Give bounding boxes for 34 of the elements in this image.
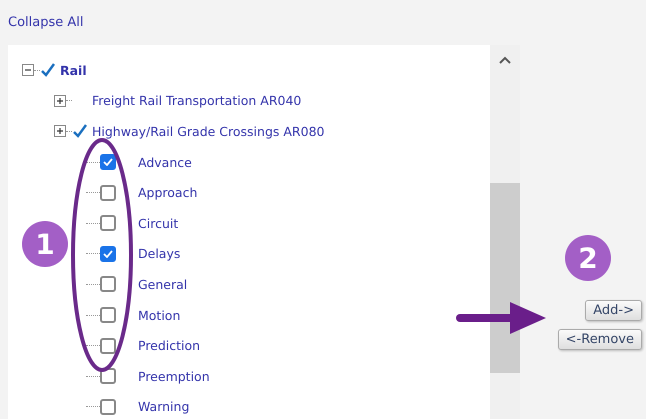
check-icon — [72, 124, 88, 138]
add-button[interactable]: Add-> — [585, 300, 642, 321]
checkbox[interactable] — [100, 338, 116, 354]
tree-item[interactable]: Approach — [138, 185, 198, 200]
tree-item[interactable]: Rail — [60, 62, 87, 78]
checkbox[interactable] — [100, 154, 116, 170]
checkbox[interactable] — [100, 398, 116, 415]
check-icon — [40, 63, 56, 78]
tree-item[interactable]: Advance — [138, 154, 192, 170]
check-icon — [103, 158, 113, 166]
tree-item[interactable]: Prediction — [138, 338, 200, 354]
tree-item[interactable]: Motion — [138, 308, 180, 323]
checkbox[interactable] — [100, 215, 116, 232]
scrollbar-thumb[interactable] — [490, 183, 520, 373]
collapse-all-link[interactable]: Collapse All — [8, 15, 84, 30]
tree-item[interactable]: Highway/Rail Grade Crossings AR080 — [92, 124, 324, 139]
check-icon — [103, 250, 113, 258]
tree-item[interactable]: Circuit — [138, 216, 178, 231]
arrow-icon — [456, 300, 548, 336]
tree-item[interactable]: Warning — [138, 399, 190, 414]
collapse-icon[interactable] — [22, 64, 34, 76]
scroll-up-icon[interactable] — [499, 55, 511, 65]
step-badge: 2 — [565, 235, 611, 281]
checkbox[interactable] — [100, 184, 116, 201]
expand-icon[interactable] — [54, 125, 66, 138]
checkbox[interactable] — [100, 276, 116, 292]
checkbox[interactable] — [100, 307, 116, 324]
remove-button[interactable]: <-Remove — [558, 329, 642, 350]
tree-item[interactable]: Delays — [138, 246, 180, 262]
tree-item[interactable]: Freight Rail Transportation AR040 — [92, 93, 302, 108]
checkbox[interactable] — [100, 246, 116, 262]
tree-item[interactable]: Preemption — [138, 368, 210, 384]
tree-item[interactable]: General — [138, 276, 188, 292]
expand-icon[interactable] — [54, 94, 66, 107]
